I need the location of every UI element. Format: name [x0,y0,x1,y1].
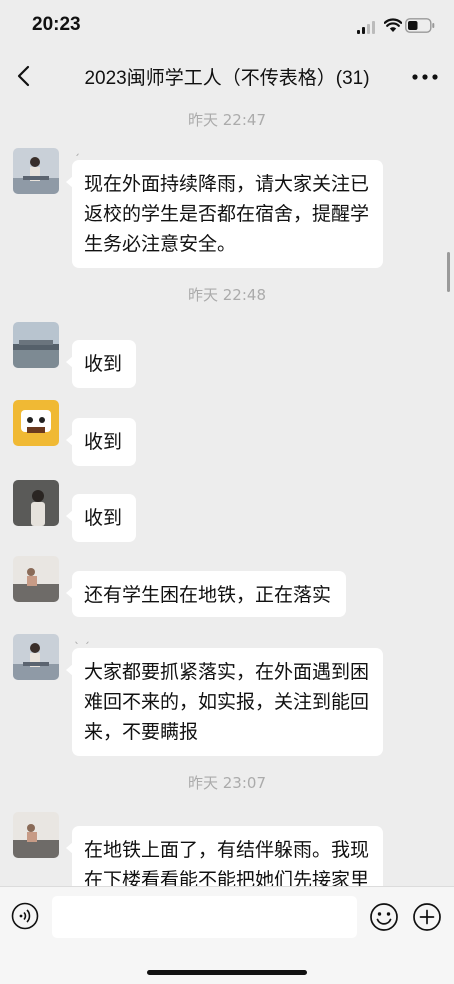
ellipsis-icon[interactable] [410,70,440,84]
sender-name: ˎ ˏ [74,630,90,644]
chevron-left-icon[interactable] [14,64,34,88]
avatar[interactable] [13,322,59,368]
signal-icon [357,21,375,34]
timestamp: 昨天 22:47 [188,111,266,129]
chat-title: 2023闽师学工人（不传表格）(31) [84,68,370,89]
avatar[interactable] [13,812,59,858]
avatar[interactable] [13,556,59,602]
avatar[interactable] [13,634,59,680]
message-bubble[interactable]: 还有学生困在地铁，正在落实 [66,571,346,617]
avatar[interactable] [13,400,59,446]
wifi-icon [384,18,402,32]
message-list[interactable]: 昨天 22:47 ˏ 现在外面持续降雨，请大家关注已 返校的学生是否都在宿舍，提… [0,102,454,886]
message-input[interactable] [52,896,357,938]
timestamp: 昨天 22:48 [188,286,266,304]
message-bubble[interactable]: 大家都要抓紧落实，在外面遇到困 难回不来的，如实报，关注到能回 来，不要瞒报 [66,648,383,756]
voice-input-icon[interactable] [11,902,39,930]
plus-icon[interactable] [412,902,442,932]
timestamp: 昨天 23:07 [188,774,266,792]
status-time: 20:23 [32,14,81,35]
message-bubble[interactable]: 收到 [66,418,136,466]
message-bubble[interactable]: 收到 [66,494,136,542]
message-bubble[interactable]: 现在外面持续降雨，请大家关注已 返校的学生是否都在宿舍，提醒学 生务必注意安全。 [66,160,383,268]
sender-name: ˏ [74,142,80,156]
chat-header: 2023闽师学工人（不传表格）(31) [0,52,454,102]
avatar[interactable] [13,480,59,526]
emoji-icon[interactable] [369,902,399,932]
message-bubble[interactable]: 在地铁上面了，有结伴躲雨。我现 在下楼看看能不能把她们先接家里 [66,826,383,886]
message-bubble[interactable]: 收到 [66,340,136,388]
input-bar [0,886,454,984]
home-indicator[interactable] [147,970,307,975]
status-bar: 20:23 [0,0,454,52]
avatar[interactable] [13,148,59,194]
battery-icon [405,18,435,33]
